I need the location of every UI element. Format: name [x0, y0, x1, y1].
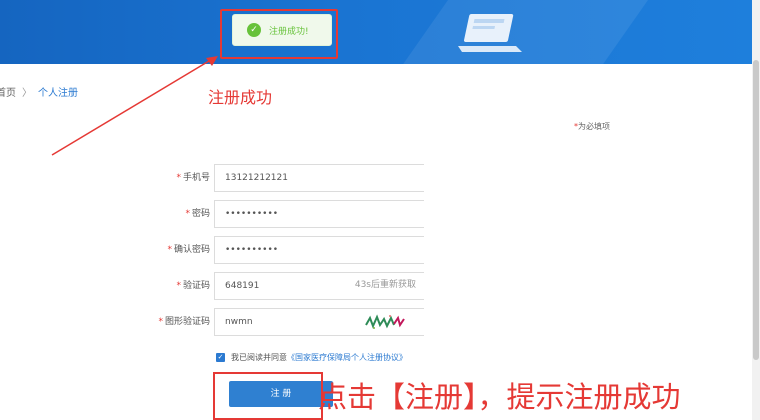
scrollbar-thumb[interactable] [753, 60, 759, 360]
annotation-success-note: 注册成功 [208, 88, 273, 107]
phone-label: * 手机号 [176, 173, 210, 183]
annotation-click-note: 点击【注册】，提示注册成功 [318, 380, 681, 414]
form-row-captcha: * 图形验证码 nwmn [0, 308, 430, 336]
register-highlight-box [213, 372, 323, 420]
password-input[interactable]: •••••••••• [214, 200, 424, 228]
toast-highlight-box [220, 9, 338, 59]
breadcrumb: 首页〉个人注册 [0, 84, 78, 99]
agreement-link[interactable]: 《国家医疗保障局个人注册协议》 [287, 352, 407, 363]
form-row-phone: * 手机号 13121212121 [0, 164, 430, 192]
form-row-sms-code: * 验证码 648191 43s后重新获取 [0, 272, 430, 300]
form-row-confirm-password: * 确认密码 •••••••••• [0, 236, 430, 264]
breadcrumb-separator: 〉 [22, 88, 32, 99]
breadcrumb-home[interactable]: 首页 [0, 88, 16, 99]
agreement: ✓ 我已阅读并同意 《国家医疗保障局个人注册协议》 [216, 352, 407, 363]
agreement-text: 我已阅读并同意 [231, 353, 287, 362]
header-banner [0, 0, 752, 64]
confirm-password-input[interactable]: •••••••••• [214, 236, 424, 264]
sms-code-label: * 验证码 [176, 281, 210, 291]
sms-code-value: 648191 [225, 281, 260, 291]
required-note: *为必填项 [574, 122, 610, 131]
form-row-password: * 密码 •••••••••• [0, 200, 430, 228]
confirm-password-label: * 确认密码 [167, 245, 210, 255]
scrollbar[interactable] [752, 0, 760, 420]
laptop-icon [458, 14, 522, 52]
phone-input[interactable]: 13121212121 [214, 164, 424, 192]
breadcrumb-current: 个人注册 [38, 88, 78, 99]
resend-countdown: 43s后重新获取 [354, 280, 416, 290]
agreement-checkbox[interactable]: ✓ [216, 353, 225, 362]
captcha-image-icon[interactable] [364, 313, 408, 331]
captcha-label: * 图形验证码 [158, 317, 210, 327]
password-label: * 密码 [185, 209, 210, 219]
